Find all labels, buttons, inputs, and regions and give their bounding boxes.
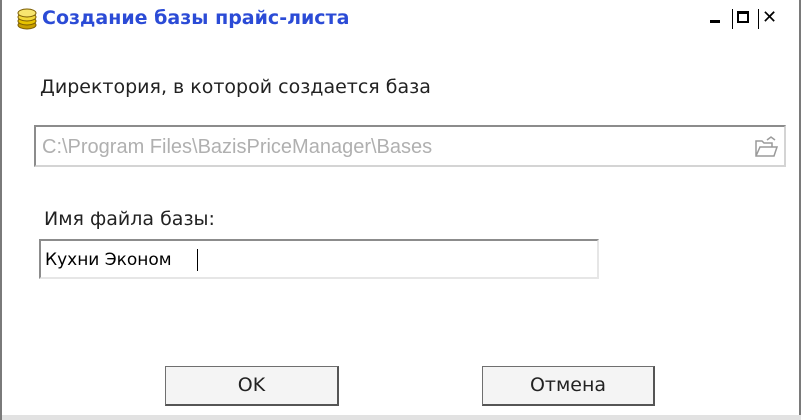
directory-label: Директория, в которой создается база xyxy=(40,76,431,98)
titlebar-separator xyxy=(732,9,733,29)
titlebar-separator xyxy=(758,9,759,29)
window-title: Создание базы прайс-листа xyxy=(42,7,350,29)
create-pricelist-dialog: Создание базы прайс-листа ✕ Директория, … xyxy=(0,0,801,420)
text-caret xyxy=(197,249,198,271)
filename-value: Кухни Эконом xyxy=(45,250,172,270)
coins-icon xyxy=(17,8,37,30)
maximize-icon[interactable] xyxy=(735,10,755,26)
folder-open-icon[interactable] xyxy=(754,136,778,158)
minimize-icon[interactable] xyxy=(706,10,726,26)
directory-field[interactable]: C:\Program Files\BazisPriceManager\Bases xyxy=(34,125,786,167)
directory-value: C:\Program Files\BazisPriceManager\Bases xyxy=(42,136,433,158)
filename-input[interactable]: Кухни Эконом xyxy=(39,239,599,279)
ok-button[interactable]: OK xyxy=(165,366,339,406)
close-icon[interactable]: ✕ xyxy=(762,9,782,27)
title-bar[interactable]: Создание базы прайс-листа ✕ xyxy=(2,0,799,36)
window-bottom-edge xyxy=(2,415,801,420)
filename-label: Имя файла базы: xyxy=(44,208,215,230)
cancel-button[interactable]: Отмена xyxy=(482,366,655,406)
